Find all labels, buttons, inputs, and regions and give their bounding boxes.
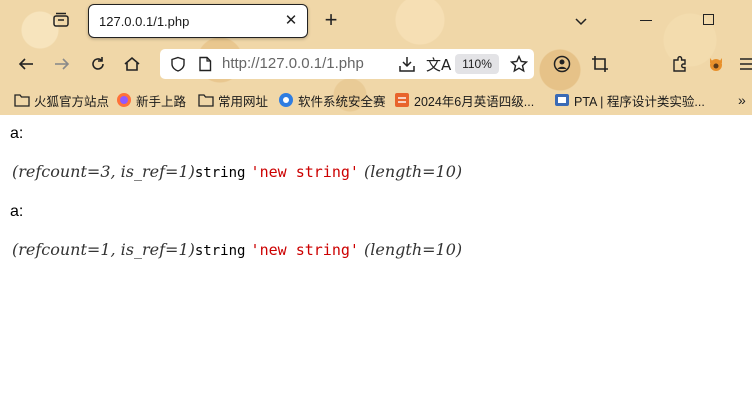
var-dump-label-1: a: xyxy=(10,125,24,142)
bookmark-star-icon[interactable] xyxy=(510,55,528,73)
tab-active[interactable]: 127.0.0.1/1.php ✕ xyxy=(88,4,308,38)
string-length: (length=10) xyxy=(364,240,463,259)
tab-list-icon xyxy=(53,12,69,27)
folder-icon xyxy=(198,92,214,108)
account-button[interactable] xyxy=(550,52,574,76)
bookmarks-toolbar: 火狐官方站点 新手上路 常用网址 软件系统安全赛 2024年6月英语四级... xyxy=(0,86,752,114)
tab-bar: 127.0.0.1/1.php ✕ + xyxy=(0,0,752,42)
home-icon xyxy=(124,56,140,71)
reload-icon xyxy=(92,57,104,70)
var-dump-line-2: (refcount=1, is_ref=1)string 'new string… xyxy=(12,240,462,259)
bookmark-label: 软件系统安全赛 xyxy=(298,94,386,109)
string-value: 'new string' xyxy=(250,163,359,181)
bookmark-folder-official[interactable]: 火狐官方站点 xyxy=(14,90,109,110)
back-arrow-icon xyxy=(18,58,33,70)
site-icon xyxy=(278,92,294,108)
zoom-level[interactable]: 110% xyxy=(455,54,499,74)
bookmark-label: 新手上路 xyxy=(136,94,187,109)
fox-extension-icon xyxy=(710,58,722,71)
bookmark-pta[interactable]: PTA | 程序设计类实验... xyxy=(554,90,705,110)
bookmarks-overflow-icon[interactable]: » xyxy=(738,92,746,108)
screenshot-button[interactable] xyxy=(588,52,612,76)
value-type: string xyxy=(194,243,246,259)
back-button[interactable] xyxy=(14,52,38,76)
var-dump-label-2: a: xyxy=(10,203,24,220)
address-bar[interactable]: http://127.0.0.1/1.php 文A 110% xyxy=(160,49,534,79)
refcount-info: (refcount=1, is_ref=1) xyxy=(12,240,195,259)
bookmark-cet4[interactable]: 2024年6月英语四级... xyxy=(394,90,534,110)
tab-list-button[interactable] xyxy=(50,10,72,30)
translate-icon[interactable]: 文A xyxy=(426,54,451,75)
menu-button[interactable] xyxy=(734,52,752,76)
extensions-button[interactable] xyxy=(668,52,692,76)
shield-icon[interactable] xyxy=(170,56,186,72)
string-length: (length=10) xyxy=(364,162,463,181)
list-all-tabs-icon[interactable] xyxy=(572,12,590,30)
forward-arrow-icon xyxy=(55,58,70,70)
browser-chrome: 127.0.0.1/1.php ✕ + http://127.0.0.1/1.p… xyxy=(0,0,752,115)
folder-icon xyxy=(14,92,30,108)
save-page-icon[interactable] xyxy=(398,55,416,73)
tab-title: 127.0.0.1/1.php xyxy=(99,13,190,29)
page-icon[interactable] xyxy=(198,56,212,72)
bookmark-label: 常用网址 xyxy=(218,94,269,109)
pta-icon xyxy=(554,92,570,108)
home-button[interactable] xyxy=(120,52,144,76)
reload-button[interactable] xyxy=(86,52,110,76)
minimize-button[interactable] xyxy=(640,20,652,21)
bookmark-label: PTA | 程序设计类实验... xyxy=(574,94,705,109)
crop-icon xyxy=(592,56,608,72)
forward-button[interactable] xyxy=(50,52,74,76)
refcount-info: (refcount=3, is_ref=1) xyxy=(12,162,195,181)
bookmark-folder-common[interactable]: 常用网址 xyxy=(198,90,268,110)
var-dump-line-1: (refcount=3, is_ref=1)string 'new string… xyxy=(12,162,462,181)
maximize-button[interactable] xyxy=(703,14,714,25)
new-tab-button[interactable]: + xyxy=(320,9,342,32)
bookmark-label: 2024年6月英语四级... xyxy=(414,94,535,109)
bookmark-label: 火狐官方站点 xyxy=(34,94,110,109)
tab-close-button[interactable]: ✕ xyxy=(283,13,299,29)
string-value: 'new string' xyxy=(250,241,359,259)
page-content: a: (refcount=3, is_ref=1)string 'new str… xyxy=(0,115,752,419)
puzzle-icon xyxy=(673,56,686,72)
hamburger-menu-icon xyxy=(740,58,752,70)
navigation-toolbar: http://127.0.0.1/1.php 文A 110% xyxy=(0,44,752,84)
bookmark-software-security[interactable]: 软件系统安全赛 xyxy=(278,90,386,110)
firefox-icon xyxy=(116,92,132,108)
value-type: string xyxy=(194,165,246,181)
extension-fox-button[interactable] xyxy=(704,52,728,76)
bookmark-getting-started[interactable]: 新手上路 xyxy=(116,90,186,110)
doc-icon xyxy=(394,92,410,108)
account-icon xyxy=(553,55,571,73)
url-text[interactable]: http://127.0.0.1/1.php xyxy=(222,55,364,72)
